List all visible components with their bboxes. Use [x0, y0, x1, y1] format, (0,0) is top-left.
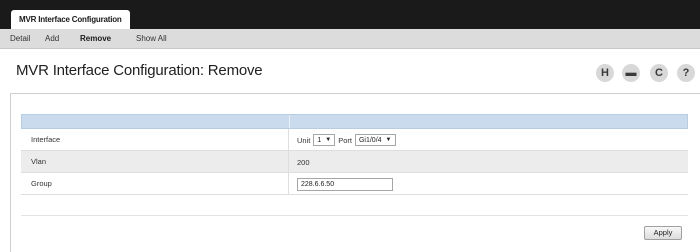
table-row-vlan: Vlan 200	[21, 151, 688, 173]
tab-mvr-interface-configuration[interactable]: MVR Interface Configuration	[11, 10, 130, 29]
interface-value: Unit 1 ▼ Port Gi1/0/4 ▼	[297, 129, 399, 151]
interface-label: Interface	[31, 135, 61, 144]
group-value: 228.6.6.50	[297, 173, 393, 195]
sub-navigation: Detail Add Remove Show All	[0, 29, 700, 49]
group-input[interactable]: 228.6.6.50	[297, 177, 393, 191]
subnav-show-all[interactable]: Show All	[136, 29, 167, 49]
table-row-interface: Interface Unit 1 ▼ Port Gi1/0/4 ▼	[21, 129, 688, 151]
divider	[21, 215, 688, 216]
port-select-value: Gi1/0/4	[358, 136, 382, 144]
top-bar: MVR Interface Configuration	[0, 0, 700, 29]
print-icon[interactable]: ▬	[622, 64, 640, 82]
unit-select[interactable]: 1 ▼	[313, 134, 336, 146]
table-row-group: Group 228.6.6.50	[21, 173, 688, 195]
unit-label: Unit	[297, 135, 311, 145]
vlan-value: 200	[297, 157, 310, 167]
refresh-icon[interactable]: C	[650, 64, 668, 82]
subnav-add[interactable]: Add	[45, 29, 59, 49]
table-header	[21, 114, 688, 129]
apply-button[interactable]: Apply	[644, 226, 682, 240]
save-icon[interactable]: H	[596, 64, 614, 82]
vlan-label: Vlan	[31, 157, 47, 166]
port-select[interactable]: Gi1/0/4 ▼	[354, 134, 396, 146]
help-icon[interactable]: ?	[677, 64, 695, 82]
column-divider	[288, 129, 289, 151]
port-label: Port	[338, 135, 352, 145]
subnav-detail[interactable]: Detail	[10, 29, 30, 49]
group-label: Group	[31, 179, 52, 188]
subnav-remove[interactable]: Remove	[80, 29, 111, 49]
header-separator	[289, 115, 290, 128]
column-divider	[288, 173, 289, 195]
chevron-down-icon: ▼	[385, 137, 392, 143]
unit-select-value: 1	[317, 136, 322, 144]
chevron-down-icon: ▼	[325, 137, 332, 143]
column-divider	[288, 151, 289, 173]
page-title: MVR Interface Configuration: Remove	[16, 62, 263, 79]
